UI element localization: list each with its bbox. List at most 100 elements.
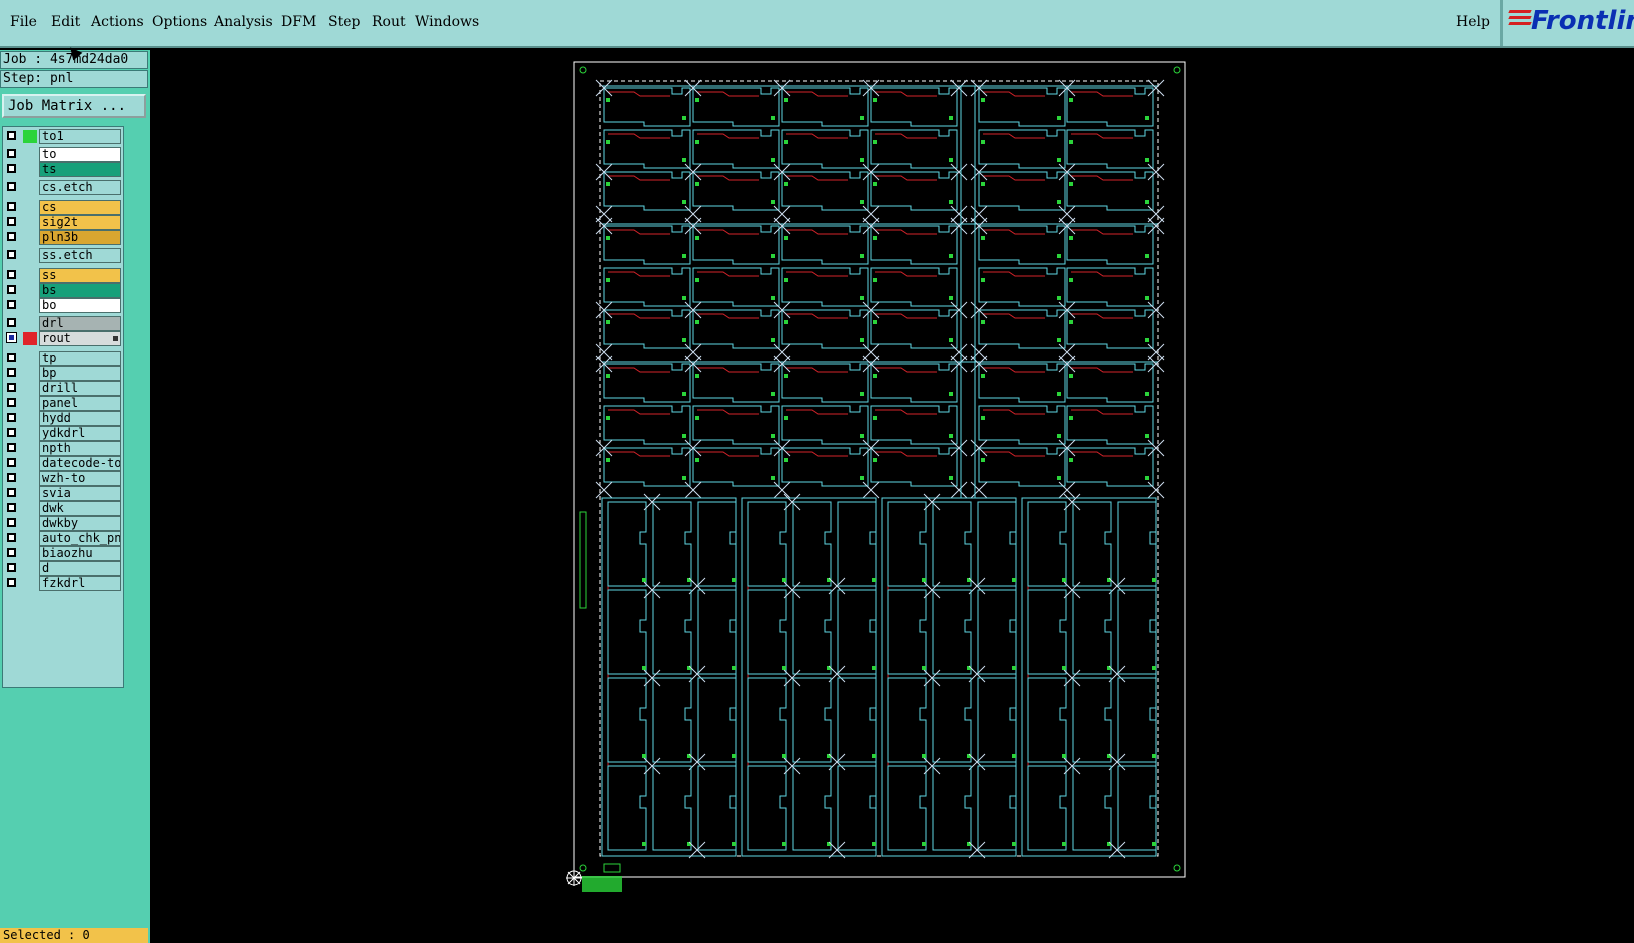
layer-row-to1[interactable]: to1 (5, 129, 121, 144)
layer-row-bs[interactable]: bs (5, 283, 121, 298)
layer-checkbox[interactable] (7, 300, 16, 309)
layer-checkbox[interactable] (7, 428, 16, 437)
layer-name[interactable]: fzkdrl (39, 576, 121, 591)
menu-rout[interactable]: Rout (372, 14, 406, 30)
layer-row-dwk[interactable]: dwk (5, 501, 121, 516)
layer-name[interactable]: dwk (39, 501, 121, 516)
layer-checkbox[interactable] (7, 217, 16, 226)
layer-checkbox[interactable] (7, 232, 16, 241)
layer-name[interactable]: rout (39, 331, 121, 346)
layer-name[interactable]: bp (39, 366, 121, 381)
layer-row-dwkby[interactable]: dwkby (5, 516, 121, 531)
layer-checkbox[interactable] (7, 353, 16, 362)
layer-name[interactable]: ss.etch (39, 248, 121, 263)
layer-checkbox[interactable] (7, 250, 16, 259)
layer-row-d[interactable]: d (5, 561, 121, 576)
layer-row-ss[interactable]: ss (5, 268, 121, 283)
menu-options[interactable]: Options (152, 14, 207, 30)
job-matrix-button[interactable]: Job Matrix ... (2, 94, 146, 118)
layer-checkbox[interactable] (7, 503, 16, 512)
menu-dfm[interactable]: DFM (281, 14, 316, 30)
layer-checkbox[interactable] (7, 149, 16, 158)
layer-name[interactable]: datecode-to (39, 456, 121, 471)
layer-name[interactable]: ydkdrl (39, 426, 121, 441)
layer-name[interactable]: drl (39, 316, 121, 331)
layer-name[interactable]: biaozhu (39, 546, 121, 561)
layer-row-svia[interactable]: svia (5, 486, 121, 501)
layer-checkbox[interactable] (7, 548, 16, 557)
layer-checkbox[interactable] (7, 285, 16, 294)
layer-row-ydkdrl[interactable]: ydkdrl (5, 426, 121, 441)
layer-checkbox[interactable] (7, 398, 16, 407)
layer-name[interactable]: bo (39, 298, 121, 313)
layer-name[interactable]: hydd (39, 411, 121, 426)
layer-checkbox[interactable] (7, 533, 16, 542)
layer-row-rout[interactable]: rout (5, 331, 121, 346)
layer-row-hydd[interactable]: hydd (5, 411, 121, 426)
layer-row-bp[interactable]: bp (5, 366, 121, 381)
menu-edit[interactable]: Edit (51, 14, 80, 30)
layer-row-wzh-to[interactable]: wzh-to (5, 471, 121, 486)
layer-row-bo[interactable]: bo (5, 298, 121, 313)
layer-name[interactable]: bs (39, 283, 121, 298)
layer-checkbox[interactable] (7, 518, 16, 527)
layer-checkbox[interactable] (7, 443, 16, 452)
layer-row-panel[interactable]: panel (5, 396, 121, 411)
layer-checkbox[interactable] (7, 164, 16, 173)
layer-row-tp[interactable]: tp (5, 351, 121, 366)
layer-row-npth[interactable]: npth (5, 441, 121, 456)
menu-actions[interactable]: Actions (91, 14, 144, 30)
layer-name[interactable]: panel (39, 396, 121, 411)
layer-checkbox[interactable] (7, 563, 16, 572)
layer-row-sig2t[interactable]: sig2t (5, 215, 121, 230)
layer-row-datecode-to[interactable]: datecode-to (5, 456, 121, 471)
menu-analysis[interactable]: Analysis (214, 14, 273, 30)
menu-windows[interactable]: Windows (415, 14, 479, 30)
menu-file[interactable]: File (10, 14, 37, 30)
layer-name[interactable]: wzh-to (39, 471, 121, 486)
layer-checkbox[interactable] (7, 488, 16, 497)
layer-row-drl[interactable]: drl (5, 316, 121, 331)
layer-name[interactable]: drill (39, 381, 121, 396)
menu-step[interactable]: Step (328, 14, 360, 30)
layer-checkbox[interactable] (7, 318, 16, 327)
layer-row-cs.etch[interactable]: cs.etch (5, 180, 121, 195)
layer-name[interactable]: tp (39, 351, 121, 366)
menu-help[interactable]: Help (1456, 14, 1490, 30)
layer-name[interactable]: ts (39, 162, 121, 177)
layer-row-ts[interactable]: ts (5, 162, 121, 177)
layer-name[interactable]: sig2t (39, 215, 121, 230)
layer-row-to[interactable]: to (5, 147, 121, 162)
layer-name[interactable]: dwkby (39, 516, 121, 531)
layer-row-drill[interactable]: drill (5, 381, 121, 396)
layer-checkbox[interactable] (7, 368, 16, 377)
layer-name[interactable]: pln3b (39, 230, 121, 245)
layer-row-ss.etch[interactable]: ss.etch (5, 248, 121, 263)
layer-name[interactable]: ss (39, 268, 121, 283)
layer-checkbox[interactable] (7, 383, 16, 392)
layer-checkbox[interactable] (7, 413, 16, 422)
layer-row-auto_chk_pnl[interactable]: auto_chk_pnl (5, 531, 121, 546)
layer-checkbox[interactable] (6, 332, 17, 343)
layer-checkbox[interactable] (7, 131, 16, 140)
layer-row-biaozhu[interactable]: biaozhu (5, 546, 121, 561)
layer-name[interactable]: cs.etch (39, 180, 121, 195)
layer-name[interactable]: cs (39, 200, 121, 215)
layer-name[interactable]: npth (39, 441, 121, 456)
layer-name[interactable]: to1 (39, 129, 121, 144)
layer-checkbox[interactable] (7, 182, 16, 191)
layer-name[interactable]: svia (39, 486, 121, 501)
layer-name[interactable]: auto_chk_pnl (39, 531, 121, 546)
layer-row-fzkdrl[interactable]: fzkdrl (5, 576, 121, 591)
layer-checkbox[interactable] (7, 473, 16, 482)
layer-row-cs[interactable]: cs (5, 200, 121, 215)
graphics-canvas[interactable] (150, 50, 1634, 943)
layer-checkbox[interactable] (7, 270, 16, 279)
layer-name[interactable]: d (39, 561, 121, 576)
layer-name-label: svia (42, 486, 71, 500)
layer-name[interactable]: to (39, 147, 121, 162)
layer-checkbox[interactable] (7, 458, 16, 467)
layer-row-pln3b[interactable]: pln3b (5, 230, 121, 245)
layer-checkbox[interactable] (7, 202, 16, 211)
layer-checkbox[interactable] (7, 578, 16, 587)
